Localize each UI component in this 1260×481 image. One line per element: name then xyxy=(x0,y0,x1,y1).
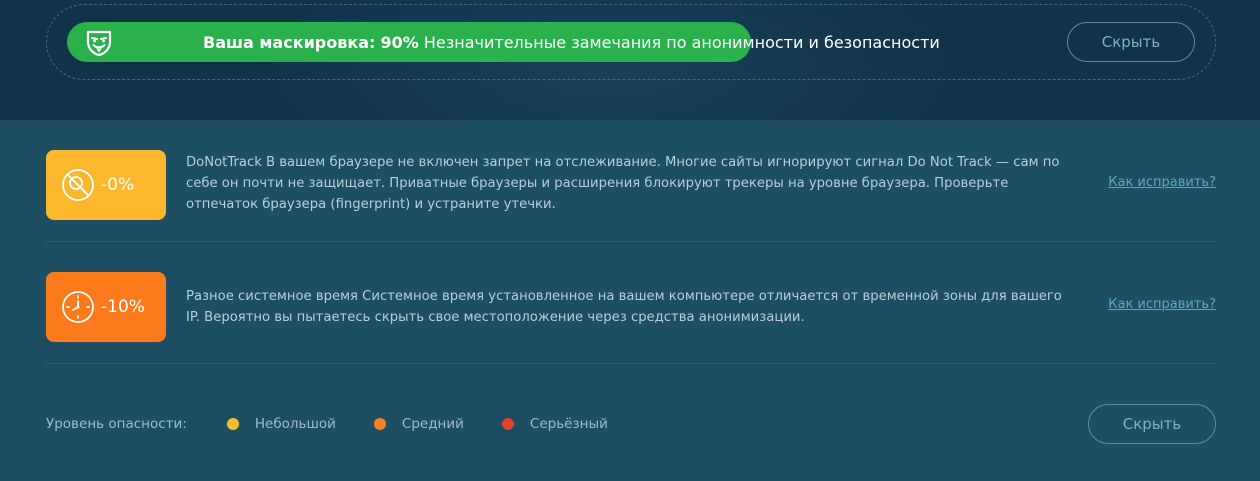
issue-row-system-time: -10% Разное системное время Системное вр… xyxy=(46,242,1216,364)
high-severity-dot-icon xyxy=(501,418,514,430)
severity-badge: -10% xyxy=(46,272,166,342)
score-label: Ваша маскировка: xyxy=(203,33,376,52)
score-value: 90% xyxy=(380,33,419,52)
score-description: Незначительные замечания по анонимности … xyxy=(423,33,940,52)
penalty-value: -10% xyxy=(101,297,145,317)
legend-item-high: Серьёзный xyxy=(501,416,608,432)
issue-description: DoNotTrack В вашем браузере не включен з… xyxy=(186,155,1060,212)
legend-item-label: Серьёзный xyxy=(529,416,608,432)
issue-description: Разное системное время Системное время у… xyxy=(186,289,1062,325)
legend-label: Уровень опасности: xyxy=(46,416,187,432)
hide-button-top[interactable]: Скрыть xyxy=(1067,22,1195,62)
mask-icon xyxy=(86,30,112,57)
penalty-value: -0% xyxy=(101,175,135,195)
severity-legend: Уровень опасности: Небольшой Средний Сер… xyxy=(46,414,646,434)
severity-badge: -0% xyxy=(46,150,166,220)
clock-icon xyxy=(62,291,94,323)
low-severity-dot-icon xyxy=(226,418,239,430)
medium-severity-dot-icon xyxy=(373,418,386,430)
legend-item-low: Небольшой xyxy=(226,416,336,432)
legend-item-label: Небольшой xyxy=(254,416,336,432)
score-text: Ваша маскировка: 90% Незначительные заме… xyxy=(203,33,940,53)
how-to-fix-link[interactable]: Как исправить? xyxy=(1108,297,1216,312)
hide-button-bottom[interactable]: Скрыть xyxy=(1088,404,1216,444)
how-to-fix-link[interactable]: Как исправить? xyxy=(1108,175,1216,190)
score-header: Ваша маскировка: 90% Незначительные заме… xyxy=(0,0,1260,120)
legend-item-medium: Средний xyxy=(373,416,464,432)
legend-item-label: Средний xyxy=(401,416,464,432)
issue-row-donottrack: -0% DoNotTrack В вашем браузере не включ… xyxy=(46,120,1216,242)
no-tracking-icon xyxy=(62,169,94,201)
